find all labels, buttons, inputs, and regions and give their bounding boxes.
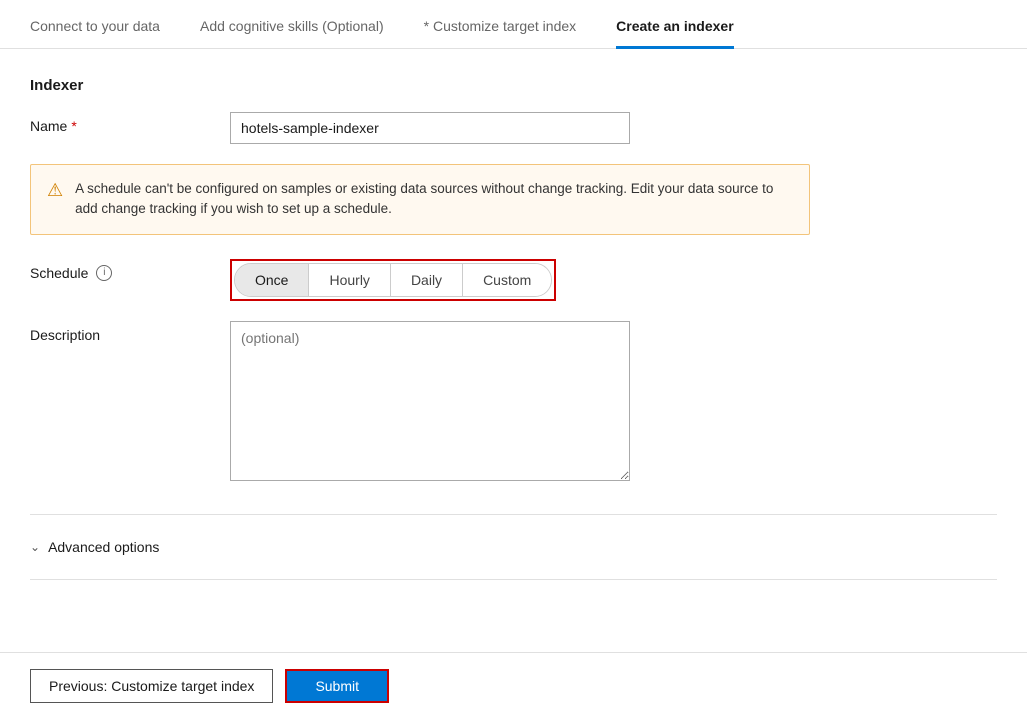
required-indicator: * — [71, 118, 76, 134]
warning-banner: ⚠ A schedule can't be configured on samp… — [30, 164, 810, 235]
chevron-down-icon: ⌄ — [30, 540, 40, 554]
schedule-form-row: Schedule i Once Hourly Daily Custom — [30, 259, 997, 301]
schedule-info-icon[interactable]: i — [96, 265, 112, 281]
warning-icon: ⚠ — [47, 180, 63, 201]
name-form-row: Name * — [30, 112, 997, 144]
footer: Previous: Customize target index Submit — [0, 652, 1027, 719]
tab-navigation: Connect to your data Add cognitive skill… — [0, 0, 1027, 49]
advanced-options-label: Advanced options — [48, 539, 159, 555]
schedule-label: Schedule i — [30, 259, 230, 281]
schedule-option-daily[interactable]: Daily — [391, 264, 463, 296]
description-textarea[interactable] — [230, 321, 630, 481]
tab-connect[interactable]: Connect to your data — [30, 18, 160, 49]
description-field-wrapper — [230, 321, 630, 484]
schedule-option-custom[interactable]: Custom — [463, 264, 551, 296]
submit-button[interactable]: Submit — [285, 669, 389, 703]
main-content: Indexer Name * ⚠ A schedule can't be con… — [0, 49, 1027, 652]
divider-1 — [30, 514, 997, 515]
schedule-once-highlight: Once Hourly Daily Custom — [230, 259, 556, 301]
tab-customize[interactable]: * Customize target index — [424, 18, 577, 49]
description-label: Description — [30, 321, 230, 343]
schedule-option-once[interactable]: Once — [235, 264, 309, 296]
name-label: Name * — [30, 112, 230, 134]
schedule-control: Once Hourly Daily Custom — [230, 259, 630, 301]
schedule-option-hourly[interactable]: Hourly — [309, 264, 390, 296]
schedule-group: Once Hourly Daily Custom — [234, 263, 552, 297]
name-field-wrapper — [230, 112, 630, 144]
advanced-options-toggle[interactable]: ⌄ Advanced options — [30, 525, 997, 569]
section-heading: Indexer — [30, 77, 997, 94]
divider-2 — [30, 579, 997, 580]
tab-indexer[interactable]: Create an indexer — [616, 18, 734, 49]
warning-text: A schedule can't be configured on sample… — [75, 179, 793, 220]
description-form-row: Description — [30, 321, 997, 484]
tab-cognitive[interactable]: Add cognitive skills (Optional) — [200, 18, 384, 49]
prev-button[interactable]: Previous: Customize target index — [30, 669, 273, 703]
name-input[interactable] — [230, 112, 630, 144]
